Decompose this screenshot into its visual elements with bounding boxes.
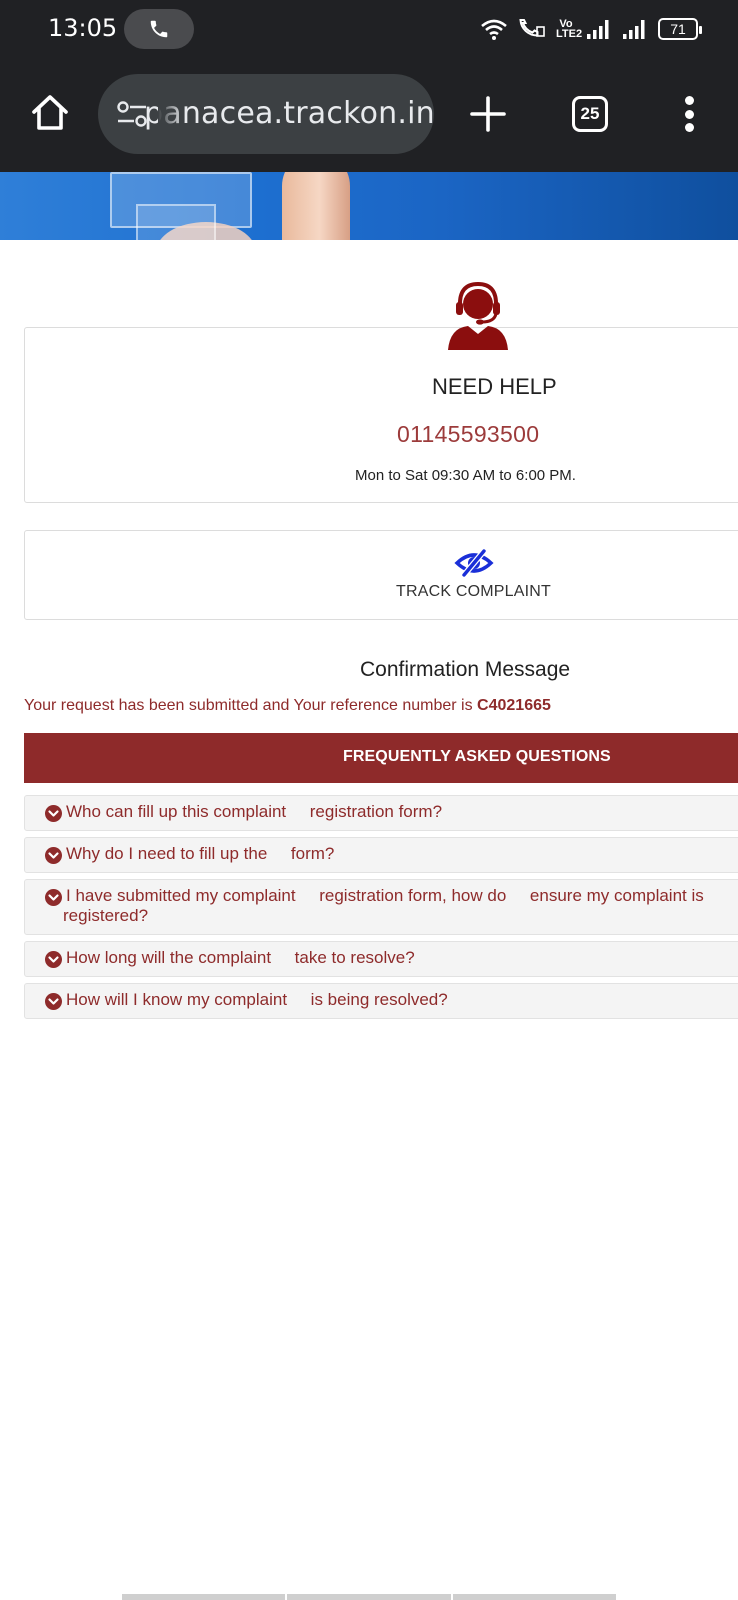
url-fade <box>158 74 184 154</box>
faq-question: Why do I need to fill up the form? <box>66 844 335 863</box>
eye-slash-icon <box>454 549 494 577</box>
confirmation-message: Your request has been submitted and Your… <box>24 697 551 715</box>
address-bar[interactable]: panacea.trackon.in <box>98 74 434 154</box>
volte-indicator: Vo LTE2 <box>556 18 583 40</box>
faq-question-continued: registered? <box>63 906 149 925</box>
wifi-calling-icon <box>519 19 545 37</box>
ongoing-call-chip[interactable] <box>124 9 194 49</box>
reference-number: C4021665 <box>477 697 551 714</box>
faq-question: Who can fill up this complaint registrat… <box>66 802 443 821</box>
new-tab-icon[interactable] <box>466 92 510 136</box>
faq-item[interactable]: Why do I need to fill up the form? <box>24 837 738 873</box>
chevron-down-circle-icon <box>45 889 62 906</box>
faq-question: How long will the complaint take to reso… <box>66 948 415 967</box>
signal-icon-sim1 <box>587 20 609 39</box>
confirmation-text: Your request has been submitted and Your… <box>24 697 478 714</box>
faq-question: I have submitted my complaint registrati… <box>66 886 704 905</box>
help-hours: Mon to Sat 09:30 AM to 6:00 PM. <box>355 467 576 484</box>
track-complaint-card[interactable] <box>24 530 738 620</box>
help-phone-link[interactable]: 01145593500 <box>397 421 539 448</box>
header-banner-image <box>0 172 738 240</box>
faq-header: FREQUENTLY ASKED QUESTIONS <box>24 733 738 783</box>
battery-indicator: 71 <box>658 18 702 40</box>
chevron-down-circle-icon <box>45 805 62 822</box>
track-complaint-label[interactable]: TRACK COMPLAINT <box>396 583 551 601</box>
browser-toolbar: panacea.trackon.in 25 <box>0 58 738 172</box>
tab-switcher-button[interactable]: 25 <box>572 96 608 132</box>
phone-icon <box>150 20 168 38</box>
home-icon[interactable] <box>28 90 72 134</box>
status-icons: Vo LTE2 71 <box>480 14 702 44</box>
chevron-down-circle-icon <box>45 951 62 968</box>
faq-item[interactable]: Who can fill up this complaint registrat… <box>24 795 738 831</box>
faq-item[interactable]: How will I know my complaint is being re… <box>24 983 738 1019</box>
url-text: panacea.trackon.in <box>144 96 434 131</box>
gesture-nav-bar[interactable] <box>122 1594 616 1600</box>
faq-item[interactable]: How long will the complaint take to reso… <box>24 941 738 977</box>
faq-header-label: FREQUENTLY ASKED QUESTIONS <box>343 748 611 765</box>
chevron-down-circle-icon <box>45 993 62 1010</box>
wifi-icon <box>481 19 507 40</box>
faq-item[interactable]: I have submitted my complaint registrati… <box>24 879 738 935</box>
status-time: 13:05 <box>48 14 118 42</box>
need-help-title: NEED HELP <box>432 374 557 399</box>
signal-icon-sim2 <box>623 20 645 39</box>
customer-support-icon <box>448 281 508 350</box>
status-bar: 13:05 Vo LTE2 71 <box>0 0 738 58</box>
more-menu-icon[interactable] <box>674 94 704 134</box>
chevron-down-circle-icon <box>45 847 62 864</box>
confirmation-title: Confirmation Message <box>360 658 571 681</box>
faq-question: How will I know my complaint is being re… <box>66 990 448 1009</box>
